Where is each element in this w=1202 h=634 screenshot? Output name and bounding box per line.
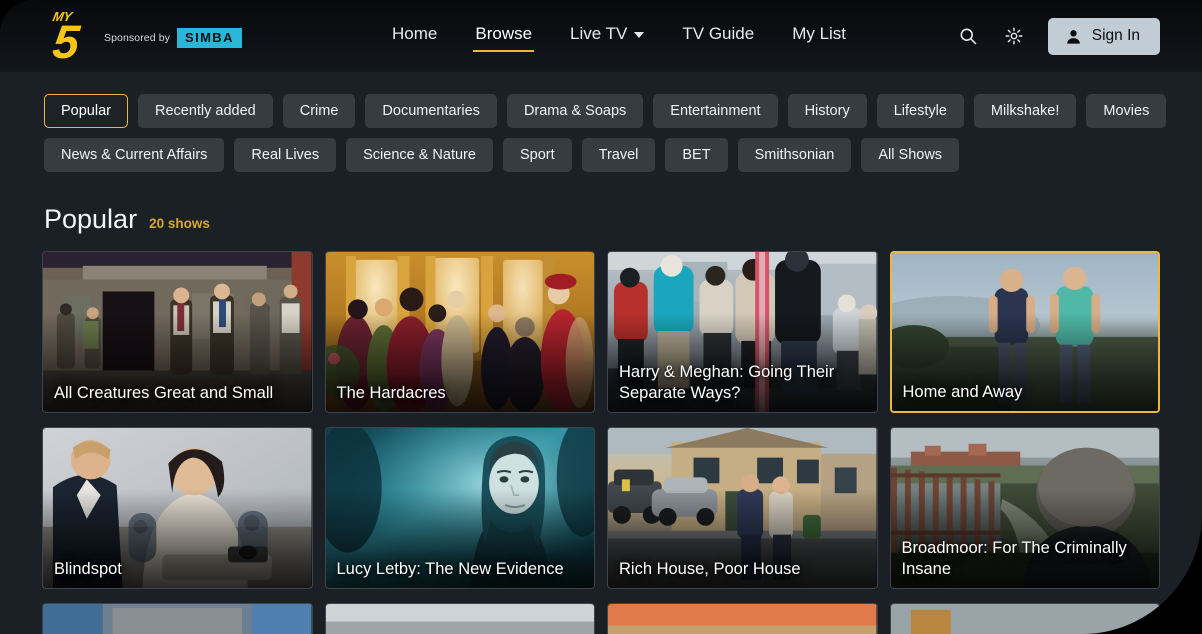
filter-chip-movies[interactable]: Movies [1086,94,1167,128]
brand-area: MY 5 Sponsored by SIMBA [42,9,342,68]
sponsor-label: Sponsored by [104,32,170,44]
sponsor-brand: SIMBA [177,28,242,48]
filter-row-2: News & Current Affairs Real Lives Scienc… [44,138,1158,172]
category-filters: Popular Recently added Crime Documentari… [0,72,1202,172]
show-thumbnail [608,604,877,634]
show-card[interactable]: Rich House, Poor House [607,427,878,589]
show-title: Rich House, Poor House [619,559,801,578]
show-card-partial[interactable] [324,603,595,634]
filter-chip-drama-soaps[interactable]: Drama & Soaps [506,94,644,128]
nav-item-browse[interactable]: Browse [473,20,534,52]
show-card-focused[interactable]: Home and Away [889,251,1160,413]
show-title: The Hardacres [336,383,446,402]
show-card-partial[interactable] [607,603,878,634]
filter-chip-milkshake[interactable]: Milkshake! [973,94,1077,128]
gear-icon[interactable] [1002,24,1026,48]
filter-chip-popular[interactable]: Popular [44,94,128,128]
filter-chip-crime[interactable]: Crime [282,94,356,128]
nav-item-live-tv[interactable]: Live TV [568,20,646,52]
show-thumbnail [890,604,1159,634]
nav-item-my-list[interactable]: My List [790,20,848,52]
show-thumbnail [43,604,312,634]
sponsor-banner: Sponsored by SIMBA [104,28,242,48]
nav-label: Home [392,24,438,43]
filter-chip-documentaries[interactable]: Documentaries [365,94,497,128]
filter-chip-real-lives[interactable]: Real Lives [234,138,337,172]
logo-five-text: 5 [50,14,80,68]
show-title: All Creatures Great and Small [54,383,274,402]
filter-chip-travel[interactable]: Travel [581,138,656,172]
show-card[interactable]: All Creatures Great and Small [42,251,313,413]
filter-chip-all-shows[interactable]: All Shows [861,138,960,172]
chevron-down-icon [634,31,645,38]
filter-chip-recently-added[interactable]: Recently added [137,94,273,128]
show-thumbnail [325,604,594,634]
page-title: Popular [44,204,138,234]
sign-in-button[interactable]: Sign In [1047,17,1160,55]
filter-chip-sport[interactable]: Sport [502,138,572,172]
nav-label: Live TV [570,24,628,43]
filter-chip-news-current-affairs[interactable]: News & Current Affairs [44,138,225,172]
show-card[interactable]: Broadmoor: For The Criminally Insane [889,427,1160,589]
filter-row-1: Popular Recently added Crime Documentari… [44,94,1167,128]
section-header: Popular 20 shows [0,182,1202,235]
show-title: Blindspot [54,559,122,578]
filter-chip-smithsonian[interactable]: Smithsonian [737,138,852,172]
filter-chip-science-nature[interactable]: Science & Nature [346,138,493,172]
show-card[interactable]: The Hardacres [324,251,595,413]
filter-chip-history[interactable]: History [787,94,867,128]
filter-chip-entertainment[interactable]: Entertainment [653,94,778,128]
show-card-partial[interactable] [42,603,313,634]
show-card-partial[interactable] [889,603,1160,634]
sign-in-label: Sign In [1091,27,1140,44]
nav-item-tv-guide[interactable]: TV Guide [680,20,756,52]
filter-chip-bet[interactable]: BET [665,138,728,172]
show-card[interactable]: Harry & Meghan: Going Their Separate Way… [607,251,878,413]
filter-chip-lifestyle[interactable]: Lifestyle [876,94,964,128]
nav-label: My List [792,24,847,43]
my5-browse-page: MY 5 Sponsored by SIMBA Home Browse Live… [0,0,1202,634]
show-title: Harry & Meghan: Going Their Separate Way… [619,363,835,402]
show-card[interactable]: Blindspot [42,427,313,589]
header-actions: Sign In [956,17,1160,55]
show-title: Home and Away [902,382,1023,401]
nav-item-home[interactable]: Home [390,20,439,52]
show-count-badge: 20 shows [149,216,210,231]
my5-logo[interactable]: MY 5 [42,9,88,68]
show-title: Broadmoor: For The Criminally Insane [901,539,1127,578]
nav-label: Browse [475,24,533,43]
show-card[interactable]: Lucy Letby: The New Evidence [324,427,595,589]
person-icon [1066,29,1080,44]
site-header: MY 5 Sponsored by SIMBA Home Browse Live… [0,0,1202,72]
nav-label: TV Guide [682,24,755,43]
search-icon[interactable] [956,24,980,48]
show-title: Lucy Letby: The New Evidence [336,559,564,578]
show-grid-next-row [0,589,1202,634]
show-grid: All Creatures Great and Small The Hardac… [0,235,1202,589]
main-navigation: Home Browse Live TV TV Guide My List [390,20,848,52]
